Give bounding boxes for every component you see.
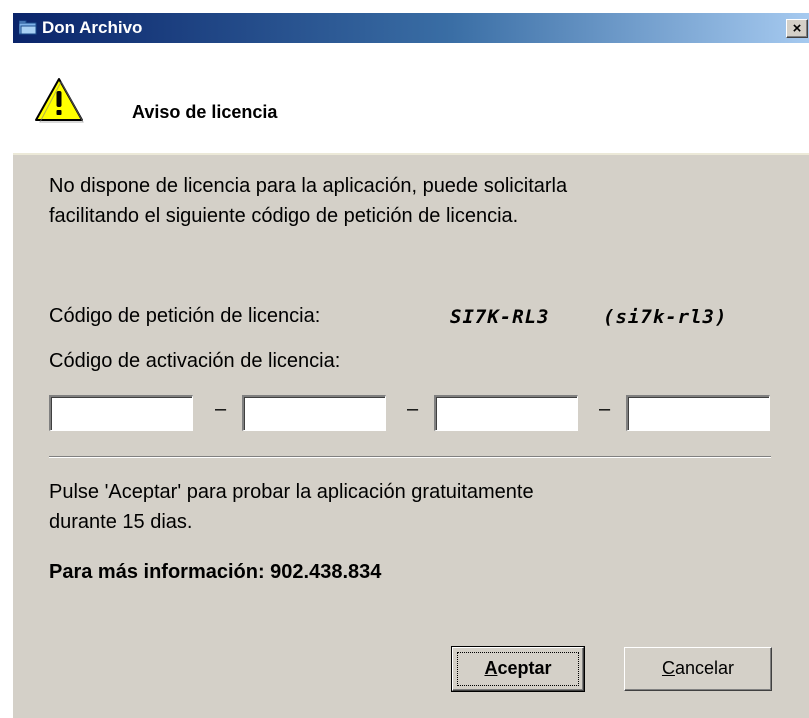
- cancel-label: ancelar: [674, 658, 735, 678]
- activation-field-1[interactable]: [49, 395, 193, 431]
- field-separator-dash: –: [215, 398, 227, 420]
- close-button[interactable]: ×: [786, 19, 808, 38]
- field-separator-dash: –: [407, 398, 419, 420]
- trial-text-line-1: Pulse 'Aceptar' para probar la aplicació…: [49, 481, 534, 503]
- title-bar[interactable]: Don Archivo ×: [13, 13, 809, 43]
- warning-icon: [35, 78, 84, 123]
- close-icon: ×: [792, 20, 802, 37]
- info-phone-text: Para más información: 902.438.834: [49, 561, 382, 583]
- header-band: Aviso de licencia: [13, 43, 809, 155]
- cancel-button[interactable]: Cancelar: [624, 647, 772, 691]
- activation-field-2[interactable]: [242, 395, 386, 431]
- accept-button[interactable]: Aceptar: [451, 646, 585, 692]
- trial-text-line-2: durante 15 dias.: [49, 511, 193, 533]
- divider: [49, 456, 771, 458]
- request-code-label: Código de petición de licencia:: [49, 305, 321, 327]
- folder-icon: [19, 20, 37, 35]
- intro-text-line-2: facilitando el siguiente código de petic…: [49, 205, 519, 227]
- activation-field-3[interactable]: [434, 395, 578, 431]
- activation-field-4[interactable]: [626, 395, 770, 431]
- focus-rectangle: [457, 652, 579, 686]
- intro-text-line-1: No dispone de licencia para la aplicació…: [49, 175, 568, 197]
- cancel-mnemonic: C: [661, 658, 675, 678]
- license-dialog: Don Archivo × Aviso de licencia No dispo…: [12, 13, 809, 718]
- field-separator-dash: –: [599, 398, 611, 420]
- request-code-lowercase: (si7k-rl3): [603, 306, 728, 328]
- window-title: Don Archivo: [42, 18, 143, 37]
- header-title: Aviso de licencia: [132, 102, 278, 122]
- activation-code-label: Código de activación de licencia:: [49, 350, 341, 372]
- request-code-value: SI7K-RL3: [450, 306, 550, 328]
